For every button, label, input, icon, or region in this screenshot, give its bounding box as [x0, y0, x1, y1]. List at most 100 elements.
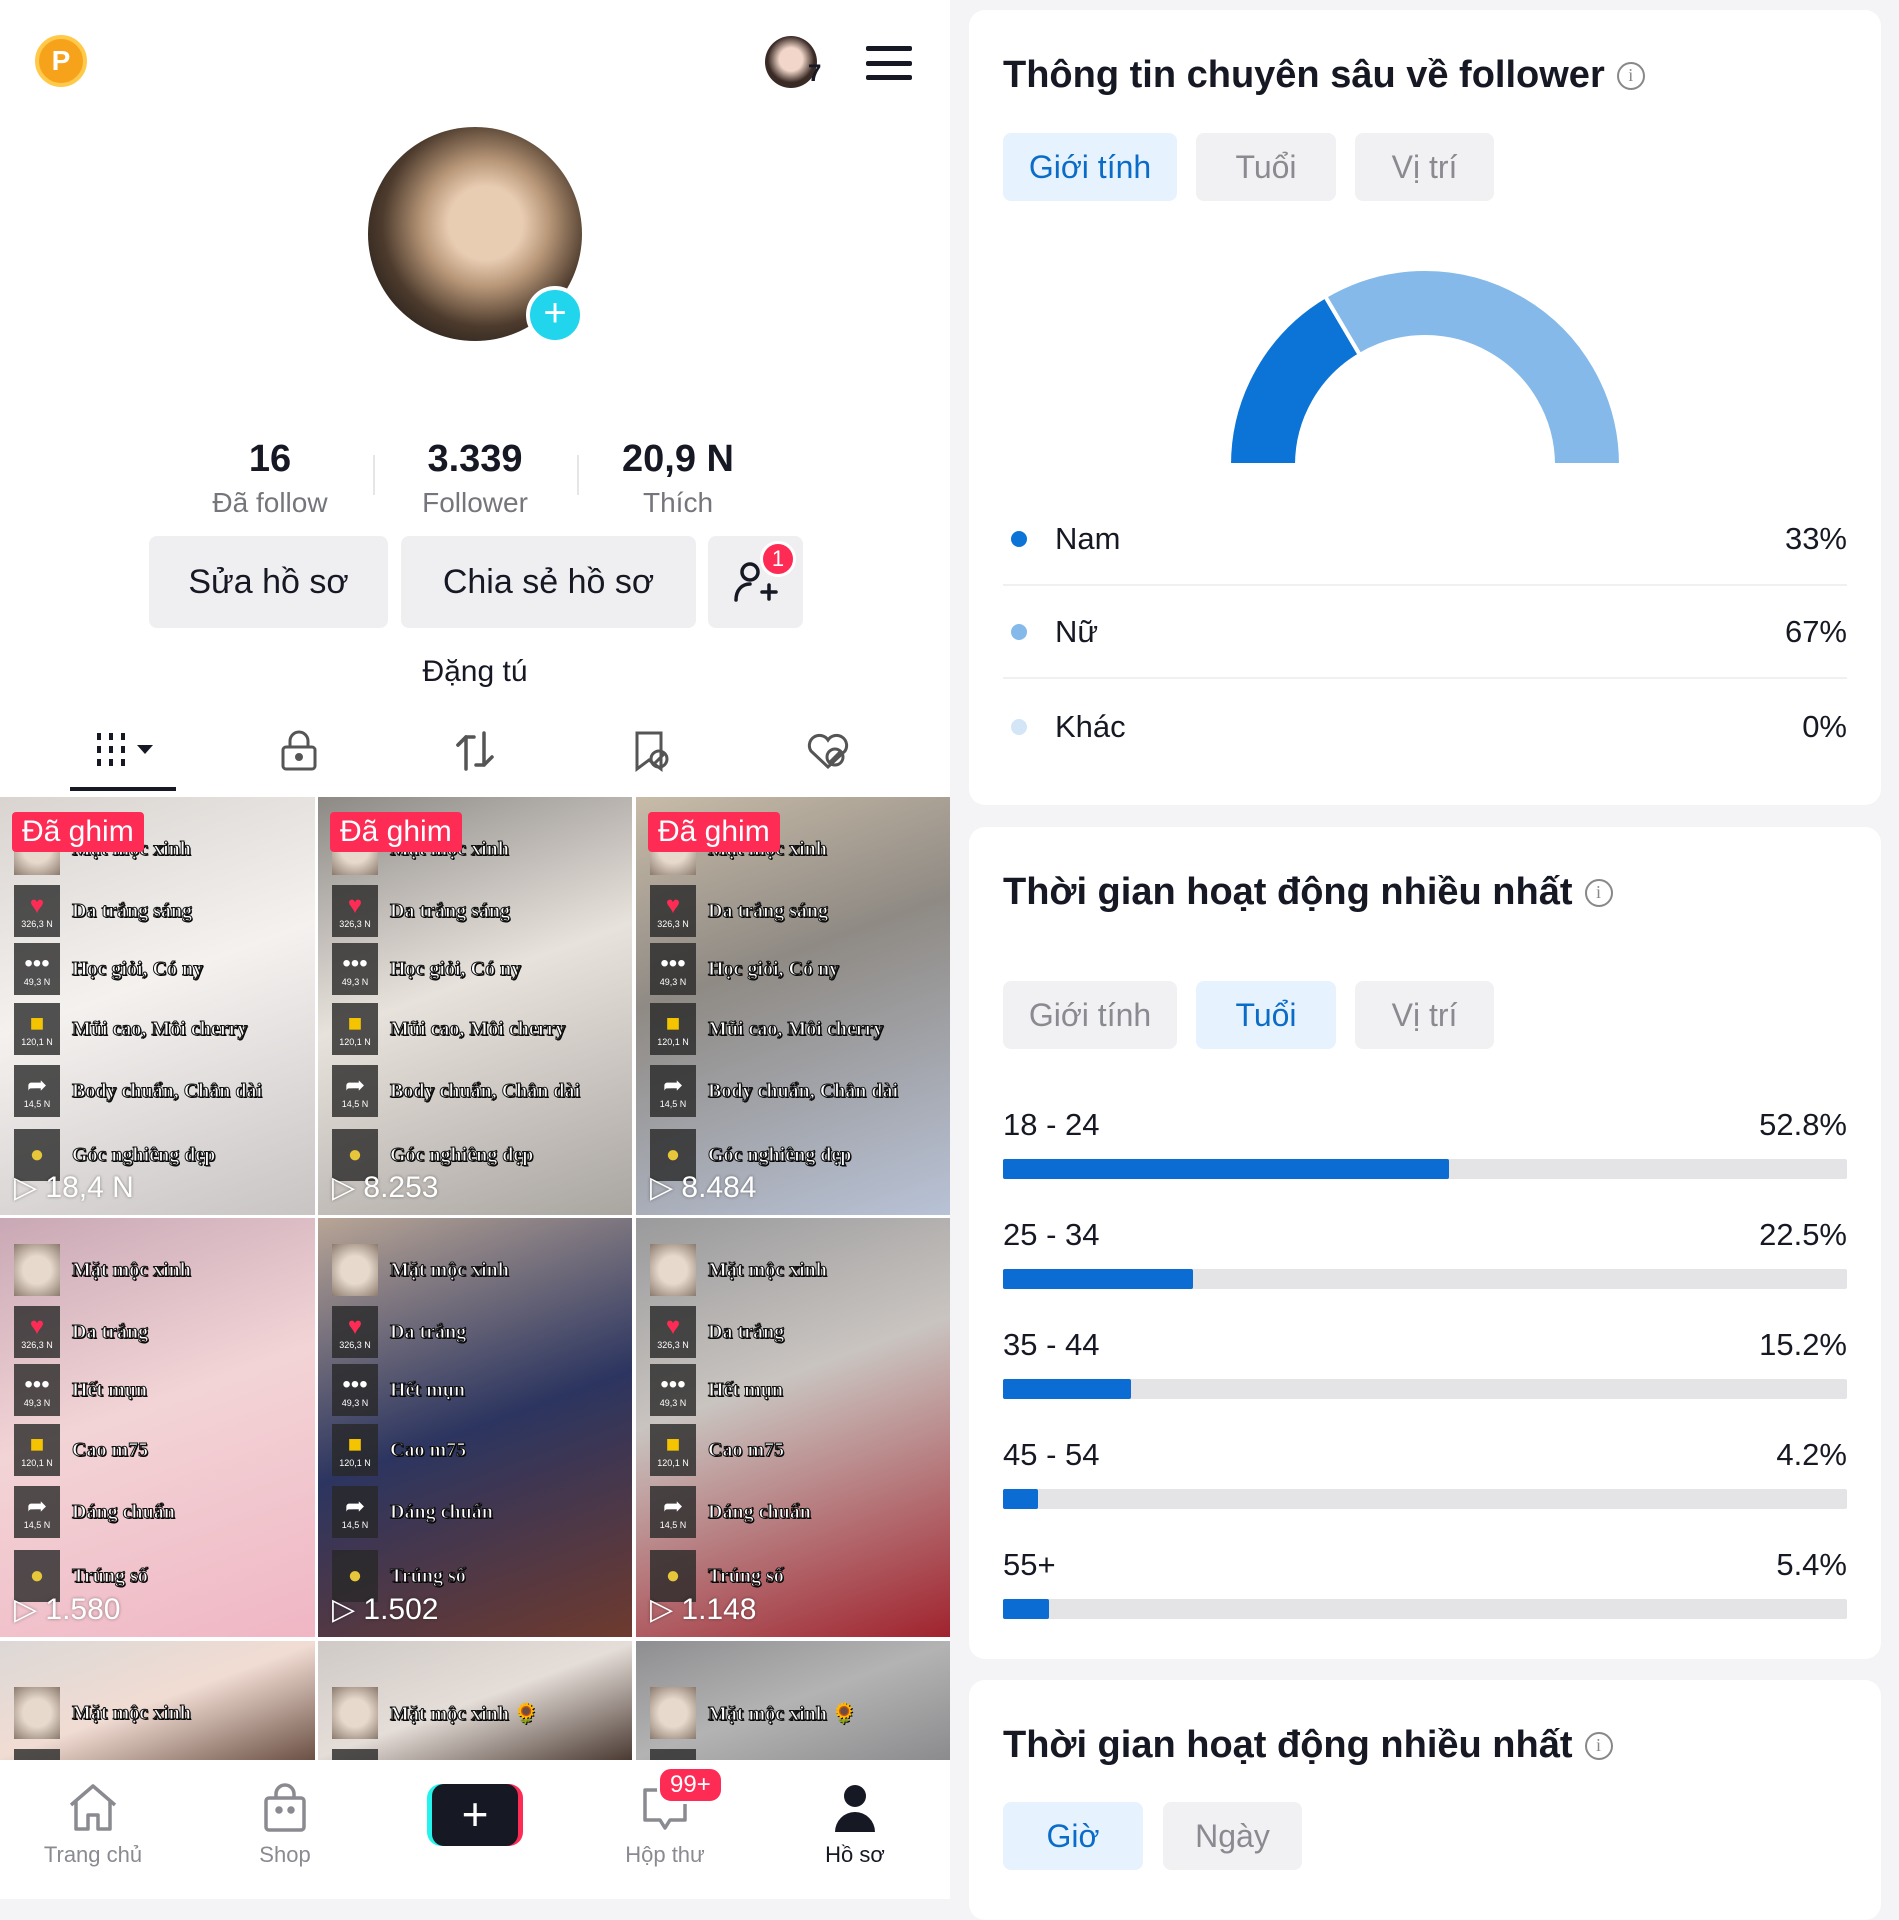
- card-title: Thời gian hoạt động nhiều nhất i: [1003, 871, 1613, 914]
- legend-dot: [1011, 624, 1027, 640]
- tab-gender[interactable]: Giới tính: [1003, 133, 1177, 201]
- tab-location[interactable]: Vị trí: [1355, 981, 1494, 1049]
- caption-row: ■ 120,1 N Mũi cao, Môi cherry: [650, 1003, 884, 1055]
- stat-value: 16: [248, 438, 292, 480]
- info-icon[interactable]: i: [1584, 1731, 1613, 1760]
- caption-row: Mặt mộc xinh: [14, 1244, 191, 1296]
- nav-shop[interactable]: Shop: [205, 1778, 365, 1868]
- caption-text: Da trắng sáng: [707, 899, 829, 922]
- stat-label: Thích: [642, 487, 714, 518]
- video-thumbnail[interactable]: Mặt mộc xinh ♥ 326,3 N Da trắng ••• 49,3 N Hết…: [318, 1218, 632, 1637]
- pinned-badge: Đã ghim: [330, 812, 462, 852]
- tab-reposts[interactable]: [445, 726, 505, 776]
- side-count: 326,3 N: [21, 919, 53, 929]
- video-thumbnail[interactable]: Mặt mộc xinh♥326,3 NDa trắng sáng•••49,3…: [636, 797, 950, 1215]
- tab-location[interactable]: Vị trí: [1355, 133, 1494, 201]
- stat-likes[interactable]: 20,9 N Thích: [578, 438, 778, 519]
- stat-value: 20,9 N: [622, 438, 734, 480]
- caption-text: Góc nghiêng đẹp: [707, 1143, 852, 1166]
- caption-row: Mặt mộc xinh: [14, 1687, 191, 1739]
- caption-row: ♥326,3 N Da trắng: [14, 1306, 149, 1358]
- legend-label: Nữ: [1055, 614, 1099, 649]
- coin-icon[interactable]: P: [35, 35, 87, 87]
- bookmark-icon: ■ 120,1 N: [14, 1003, 60, 1055]
- caption-text: Hết mụn: [708, 1378, 784, 1401]
- age-bar-row: 45 - 54 4.2%: [1003, 1437, 1847, 1509]
- side-count: 120,1 N: [657, 1458, 689, 1468]
- caption-text: Mũi cao, Môi cherry: [72, 1017, 248, 1040]
- creator-avatar-icon: [650, 1244, 696, 1296]
- video-thumbnail[interactable]: Mặt mộc xinh ♥ 326,3 N Da trắng ••• 49,3 N Hết…: [636, 1218, 950, 1637]
- caption-text: Mặt mộc xinh: [72, 1258, 192, 1281]
- caption-row: ♥326,3 NDa trắng 🌻: [650, 1749, 814, 1760]
- play-icon: ▷: [650, 1171, 682, 1204]
- bar-fill: [1003, 1269, 1193, 1289]
- video-thumbnail[interactable]: Mặt mộc xinh♥326,3 NDa trắng sáng•••49,3…: [0, 797, 315, 1215]
- card-title-text: Thời gian hoạt động nhiều nhất: [1003, 1724, 1573, 1766]
- creator-avatar-icon: [14, 1687, 60, 1739]
- info-icon[interactable]: i: [1584, 878, 1613, 907]
- bottom-nav: Trang chủ Shop + Hộp thư 99+ Hồ sơ: [0, 1760, 950, 1899]
- pinned-badge: Đã ghim: [12, 812, 144, 852]
- side-count: 14,5 N: [659, 1520, 687, 1530]
- view-count-value: 8.484: [681, 1171, 757, 1204]
- bar-category: 35 - 44: [1003, 1327, 1100, 1362]
- video-thumbnail[interactable]: Mặt mộc xinh 🌻 ♥326,3 NDa trắng 🌻: [636, 1641, 950, 1760]
- comment-icon: ••• 49,3 N: [332, 1364, 378, 1416]
- info-icon[interactable]: i: [1616, 61, 1645, 90]
- side-count: 49,3 N: [659, 1398, 687, 1408]
- view-count-value: 18,4 N: [45, 1171, 134, 1204]
- view-count: ▷ 8.253: [332, 1170, 438, 1205]
- nav-home[interactable]: Trang chủ: [13, 1778, 173, 1868]
- bar-value-label: 22.5%: [1759, 1217, 1847, 1252]
- add-avatar-plus-icon[interactable]: +: [526, 286, 584, 344]
- video-thumbnail[interactable]: Mặt mộc xinh ♥ 326,3 N Da trắng ••• 49,3 N Hết…: [0, 1218, 315, 1637]
- caption-row: ••• 49,3 N Học giỏi, Có ny: [14, 943, 204, 995]
- stat-followers[interactable]: 3.339 Follower: [375, 438, 575, 519]
- creator-avatar-icon: [650, 1687, 696, 1739]
- tab-day[interactable]: Ngày: [1163, 1802, 1302, 1870]
- stat-following[interactable]: 16 Đã follow: [170, 438, 370, 519]
- caption-row: ➦ 14,5 N Body chuẩn, Chân dài: [650, 1065, 899, 1117]
- legend-row-female: Nữ 67%: [1003, 602, 1847, 662]
- nav-label: Hộp thư: [625, 1842, 705, 1867]
- view-count-value: 1.148: [681, 1593, 757, 1626]
- caption-row: ••• 49,3 N Hết mụn: [14, 1364, 148, 1416]
- side-count: 120,1 N: [21, 1037, 53, 1047]
- video-thumbnail[interactable]: Mặt mộc xinh♥326,3 NDa trắng sáng•••49,3…: [318, 797, 632, 1215]
- caption-text: Mũi cao, Môi cherry: [390, 1017, 566, 1040]
- side-count: 120,1 N: [657, 1037, 689, 1047]
- create-button[interactable]: +: [427, 1784, 523, 1846]
- bookmark-icon: ■ 120,1 N: [332, 1003, 378, 1055]
- menu-icon[interactable]: [866, 46, 912, 80]
- tab-saved[interactable]: [622, 726, 682, 776]
- share-profile-button[interactable]: Chia sẻ hồ sơ: [401, 536, 696, 628]
- tab-age[interactable]: Tuổi: [1196, 981, 1336, 1049]
- stat-label: Đã follow: [212, 487, 328, 518]
- tab-gender[interactable]: Giới tính: [1003, 981, 1177, 1049]
- caption-text: Mặt mộc xinh 🌻: [390, 1702, 540, 1725]
- caption-row: ••• 49,3 N Hết mụn: [332, 1364, 466, 1416]
- tab-age[interactable]: Tuổi: [1196, 133, 1336, 201]
- donut-slice-1: [1322, 267, 1624, 467]
- side-count: 14,5 N: [341, 1520, 369, 1530]
- video-thumbnail[interactable]: Mặt mộc xinh 🌻 ♥326,3 NDa trắng 🌻: [318, 1641, 632, 1760]
- caption-row: ••• 49,3 N Học giỏi, Có ny: [650, 943, 840, 995]
- nav-profile[interactable]: Hồ sơ: [775, 1778, 935, 1868]
- share-icon: ➦ 14,5 N: [650, 1065, 696, 1117]
- bar-category: 18 - 24: [1003, 1107, 1100, 1142]
- side-count: 326,3 N: [657, 919, 689, 929]
- edit-profile-button[interactable]: Sửa hồ sơ: [149, 536, 388, 628]
- caption-row: ■ 120,1 N Cao m75: [14, 1424, 149, 1476]
- play-icon: ▷: [332, 1593, 364, 1626]
- caption-text: Dáng chuẩn: [390, 1500, 494, 1523]
- heart-icon: ♥326,3 N: [332, 1306, 378, 1358]
- creator-avatar-icon: [332, 1244, 378, 1296]
- tab-private[interactable]: [269, 726, 329, 776]
- bookmark-icon: ■ 120,1 N: [332, 1424, 378, 1476]
- tab-videos[interactable]: [88, 726, 168, 776]
- tab-liked[interactable]: [798, 726, 858, 776]
- tab-hour[interactable]: Giờ: [1003, 1802, 1143, 1870]
- video-thumbnail[interactable]: Mặt mộc xinh ♥326,3 NDa trắng: [0, 1641, 315, 1760]
- legend-value: 0%: [1802, 709, 1847, 744]
